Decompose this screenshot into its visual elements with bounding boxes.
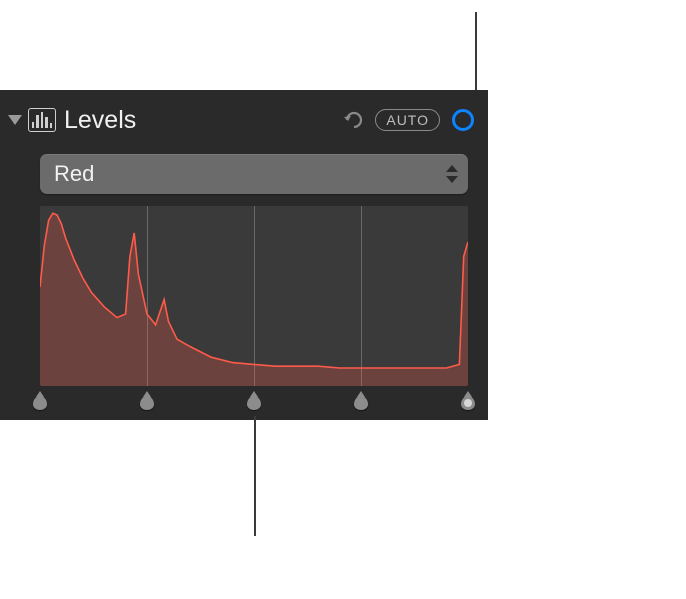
histogram-handle[interactable] (461, 396, 475, 410)
histogram-plot (40, 206, 468, 386)
channel-popup-button[interactable]: Red (40, 154, 468, 194)
histogram-handle[interactable] (33, 396, 47, 410)
histogram-container (40, 206, 468, 394)
histogram (40, 206, 468, 386)
levels-icon (28, 108, 56, 132)
panel-header: Levels AUTO (0, 100, 488, 140)
histogram-handle[interactable] (247, 396, 261, 410)
panel-title: Levels (64, 106, 341, 135)
active-indicator-icon[interactable] (452, 109, 474, 131)
histogram-handle[interactable] (140, 396, 154, 410)
levels-panel: Levels AUTO Red (0, 90, 488, 420)
popup-chevrons-icon (446, 165, 458, 183)
histogram-handle[interactable] (354, 396, 368, 410)
undo-button[interactable] (341, 109, 365, 131)
auto-button[interactable]: AUTO (375, 109, 440, 131)
channel-selected-label: Red (54, 161, 94, 187)
undo-arrow-icon (341, 109, 365, 131)
histogram-handles-track (40, 394, 468, 410)
disclosure-triangle-icon[interactable] (8, 115, 22, 125)
screenshot-canvas: Levels AUTO Red (0, 0, 686, 599)
callout-line-bottom (254, 416, 256, 536)
